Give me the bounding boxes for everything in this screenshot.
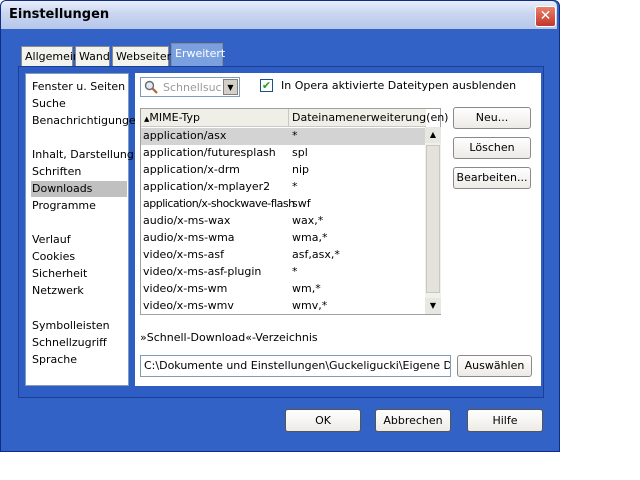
close-icon: ✕ [539,8,552,24]
title-bar: Einstellungen ✕ [1,1,557,29]
sidebar-item-downloads[interactable]: Downloads [31,181,127,197]
table-row[interactable]: application/x-drm nip [141,162,426,179]
tab-label: Erweitert [175,47,226,60]
search-placeholder: Schnellsuche [163,81,221,94]
column-header-mime[interactable]: ▲MIME-Typ [144,111,200,124]
tab-wand[interactable]: Wand [75,46,110,66]
mime-cell: application/asx [143,129,227,142]
sidebar-item-inhalt[interactable]: Inhalt, Darstellung [31,147,134,163]
mime-cell: application/x-shockwave-flash [143,197,295,210]
mime-cell: audio/x-ms-wma [143,231,235,244]
table-row[interactable]: video/x-ms-wm wm,* [141,281,426,298]
help-button[interactable]: Hilfe [467,409,543,432]
tab-label: Webseiten [116,50,174,63]
mime-type-table: ▲MIME-Typ Dateinamenerweiterung(en) appl… [140,108,448,315]
tab-label: Wand [79,50,110,63]
tab-erweitert[interactable]: Erweitert [171,43,226,66]
sidebar-item-sprache[interactable]: Sprache [31,352,127,368]
arrow-down-icon: ▼ [429,301,437,310]
extension-cell: swf [292,197,311,210]
sidebar-item-verlauf[interactable]: Verlauf [31,232,127,248]
table-row[interactable]: video/x-ms-asf asf,asx,* [141,247,426,264]
mime-cell: video/x-ms-wmv [143,299,234,312]
close-button[interactable]: ✕ [535,6,556,27]
choose-button[interactable]: Auswählen [457,355,532,377]
ok-button[interactable]: OK [285,409,361,432]
extension-cell: * [292,129,298,142]
table-row[interactable]: video/x-ms-asf-plugin * [141,264,426,281]
delete-button[interactable]: Löschen [453,137,531,159]
table-row[interactable]: video/x-ms-wmv wmv,* [141,298,426,315]
column-header-label: MIME-Typ [149,111,201,124]
sidebar-item-fenster[interactable]: Fenster u. Seiten [31,79,127,95]
extension-cell: wmv,* [292,299,328,312]
sidebar-item-sicherheit[interactable]: Sicherheit [31,266,127,282]
table-header: ▲MIME-Typ Dateinamenerweiterung(en) [141,109,448,127]
sidebar-item-cookies[interactable]: Cookies [31,249,127,265]
tab-webseiten[interactable]: Webseiten [112,46,174,66]
extension-cell: asf,asx,* [292,248,340,261]
table-row[interactable]: application/x-shockwave-flash swf [141,196,426,213]
arrow-up-icon: ▲ [429,130,437,139]
quick-search-input[interactable]: Schnellsuche ▼ [140,77,240,97]
table-row[interactable]: audio/x-ms-wax wax,* [141,213,426,230]
extension-cell: * [292,180,298,193]
sidebar-item-programme[interactable]: Programme [31,198,127,214]
edit-button[interactable]: Bearbeiten... [453,167,531,189]
extension-cell: wma,* [292,231,328,244]
hide-filetypes-label: In Opera aktivierte Dateitypen ausblende… [281,79,517,92]
mime-cell: video/x-ms-asf-plugin [143,265,262,278]
sidebar-item-suche[interactable]: Suche [31,96,127,112]
sidebar-item-benachrichtigungen[interactable]: Benachrichtigungen [31,113,143,129]
table-row[interactable]: application/x-mplayer2 * [141,179,426,196]
mime-cell: application/x-drm [143,163,240,176]
scroll-down-button[interactable]: ▼ [425,298,441,314]
cancel-button[interactable]: Abbrechen [375,409,451,432]
hide-filetypes-checkbox[interactable]: ✔ [260,79,273,92]
column-header-extension[interactable]: Dateinamenerweiterung(en) [292,111,448,124]
table-scrollbar[interactable]: ▲ ▼ [425,127,441,314]
new-button[interactable]: Neu... [453,107,531,129]
mime-cell: application/futuresplash [143,146,276,159]
search-icon [144,80,158,94]
sidebar-item-schriften[interactable]: Schriften [31,164,127,180]
table-row[interactable]: application/futuresplash spl [141,145,426,162]
sidebar-item-symbolleisten[interactable]: Symbolleisten [31,318,127,334]
extension-cell: spl [292,146,308,159]
extension-cell: wax,* [292,214,324,227]
search-dropdown-button[interactable]: ▼ [223,79,238,95]
extension-cell: nip [292,163,310,176]
mime-cell: application/x-mplayer2 [143,180,271,193]
mime-cell: audio/x-ms-wax [143,214,231,227]
mime-cell: video/x-ms-wm [143,282,228,295]
extension-cell: * [292,265,298,278]
scroll-up-button[interactable]: ▲ [425,127,441,143]
table-row[interactable]: audio/x-ms-wma wma,* [141,230,426,247]
download-path-field[interactable]: C:\Dokumente und Einstellungen\Guckeligu… [140,355,451,377]
sidebar-item-schnellzugriff[interactable]: Schnellzugriff [31,335,127,351]
column-divider [288,109,289,127]
window-title: Einstellungen [9,7,110,22]
extension-cell: wm,* [292,282,321,295]
mime-cell: video/x-ms-asf [143,248,224,261]
chevron-down-icon: ▼ [227,83,234,92]
scroll-thumb[interactable] [426,145,440,293]
download-dir-label: »Schnell-Download«-Verzeichnis [140,331,318,344]
tab-allgemein[interactable]: Allgemein [21,46,80,66]
sidebar-item-netzwerk[interactable]: Netzwerk [31,283,127,299]
category-list: Fenster u. Seiten Suche Benachrichtigung… [25,73,143,386]
tab-label: Allgemein [25,50,80,63]
table-row[interactable]: application/asx * [141,128,426,145]
